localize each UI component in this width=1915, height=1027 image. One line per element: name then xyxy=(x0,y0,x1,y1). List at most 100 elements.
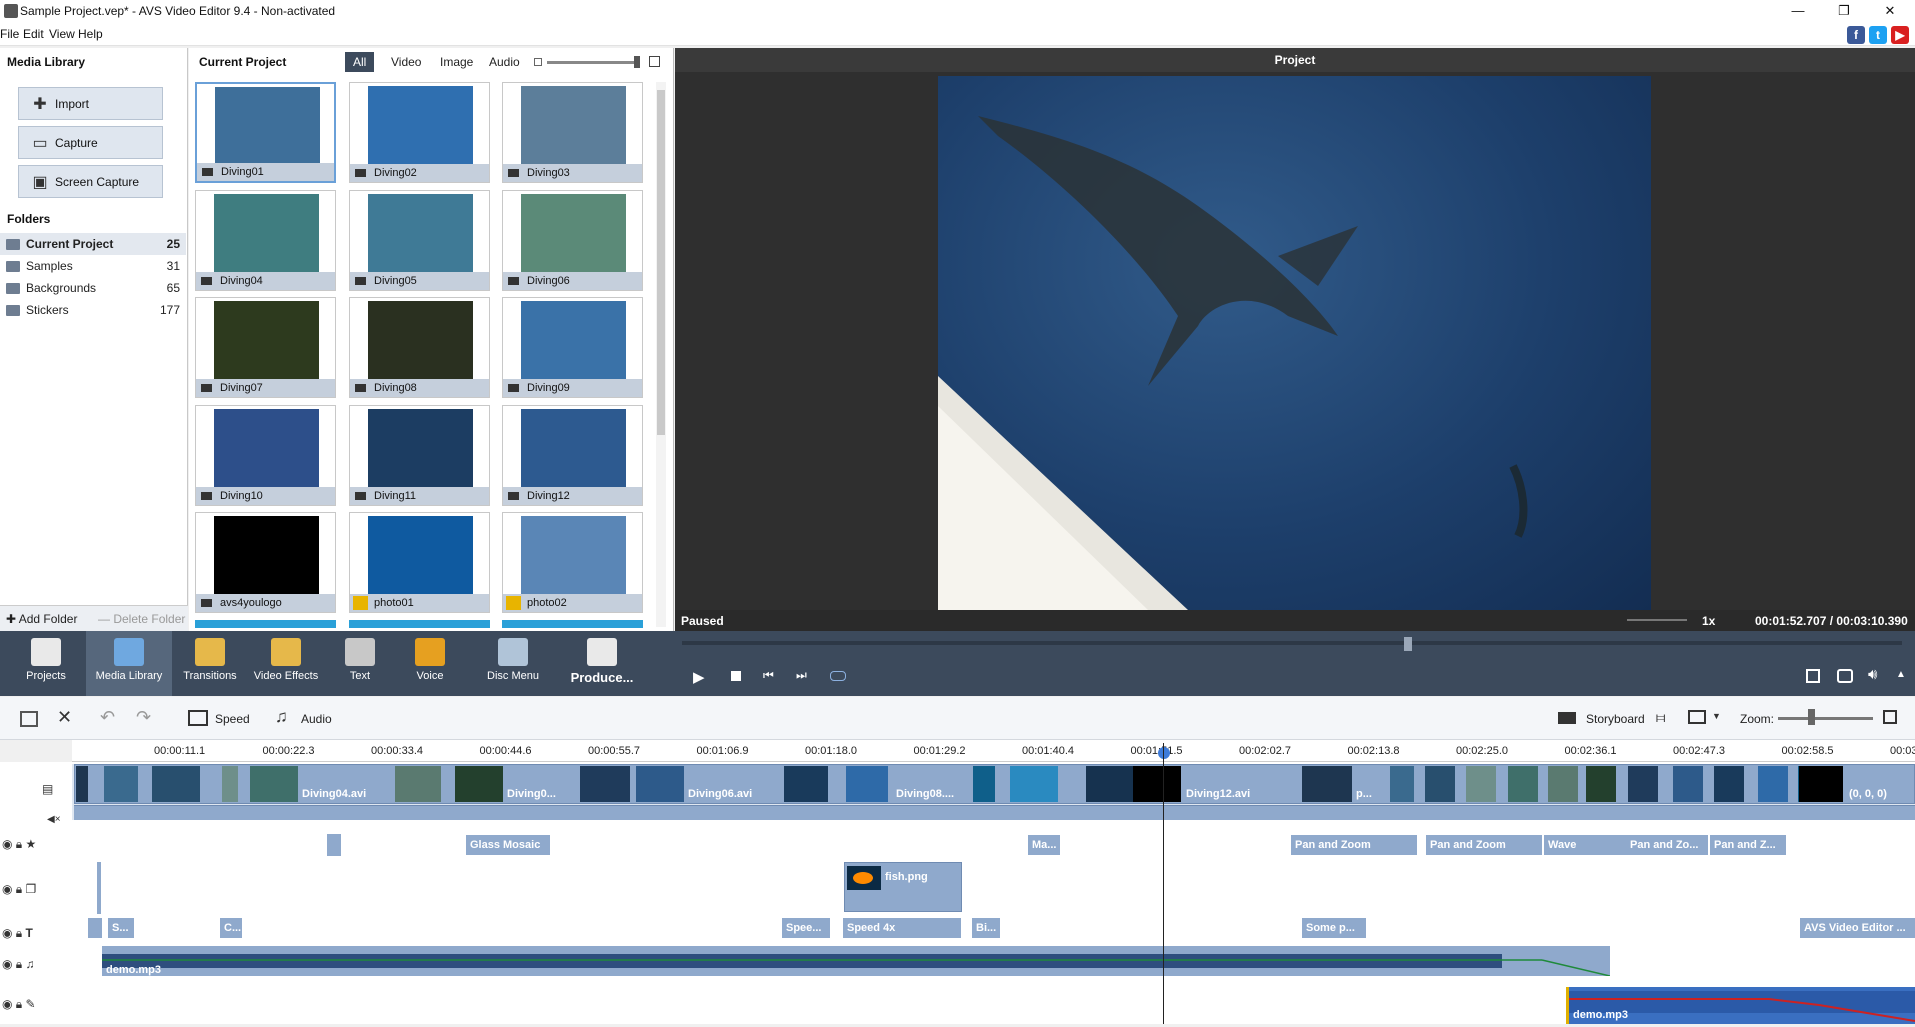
video-effect-clip[interactable]: Pan and Zoom xyxy=(1291,835,1417,855)
filter-all-tab[interactable]: All xyxy=(345,52,375,72)
display-settings-icon[interactable] xyxy=(1688,710,1706,724)
fullscreen-icon[interactable] xyxy=(1806,669,1820,683)
previous-frame-icon[interactable]: ⏮ xyxy=(763,668,774,683)
text-clip[interactable]: Bi... xyxy=(972,918,1000,938)
play-icon[interactable]: ▶ xyxy=(693,668,705,686)
delete-folder-button[interactable]: — Delete Folder xyxy=(98,612,185,626)
filter-image-tab[interactable]: Image xyxy=(432,52,481,72)
zoom-slider-handle[interactable] xyxy=(1808,709,1815,725)
effect-marker[interactable] xyxy=(327,834,341,856)
zoom-slider[interactable] xyxy=(1778,717,1873,720)
media-item[interactable]: Diving10 xyxy=(195,405,336,506)
undo-icon[interactable]: ↶ xyxy=(100,707,115,728)
fit-to-window-icon[interactable] xyxy=(1883,710,1897,724)
delete-icon[interactable]: ✕ xyxy=(57,707,72,728)
youtube-icon[interactable]: ▶ xyxy=(1891,26,1909,44)
toolbar-disc-menu[interactable]: Disc Menu xyxy=(473,631,553,696)
small-thumb-icon[interactable] xyxy=(534,58,542,66)
storyboard-icon[interactable] xyxy=(1558,712,1576,724)
video-preview[interactable] xyxy=(938,76,1651,610)
media-item[interactable]: avs4youlogo xyxy=(195,512,336,613)
media-item[interactable]: Diving06 xyxy=(502,190,643,291)
media-item-partial[interactable] xyxy=(349,620,490,628)
toolbar-text[interactable]: Text xyxy=(330,631,390,696)
video-audio-strip[interactable] xyxy=(74,805,1915,820)
volume-up-arrow-icon[interactable]: ▲ xyxy=(1896,669,1906,680)
speed-icon[interactable] xyxy=(188,710,208,726)
media-item[interactable]: Diving11 xyxy=(349,405,490,506)
thumbnail-size-slider[interactable] xyxy=(547,61,637,64)
text-clip[interactable]: Speed 4x xyxy=(843,918,961,938)
text-clip[interactable]: Spee... xyxy=(782,918,830,938)
capture-button[interactable]: ▭ Capture xyxy=(18,126,163,159)
storyboard-grid-icon[interactable] xyxy=(20,711,38,727)
video-effect-clip[interactable]: Pan and Z... xyxy=(1710,835,1786,855)
timeline-ruler[interactable]: 00:00:11.1 00:00:22.3 00:00:33.4 00:00:44.6… xyxy=(72,740,1915,762)
media-item[interactable]: Diving12 xyxy=(502,405,643,506)
media-item[interactable]: Diving02 xyxy=(349,82,490,183)
video-effect-clip[interactable]: Pan and Zoom xyxy=(1426,835,1542,855)
video-effect-clip[interactable]: Pan and Zo... xyxy=(1626,835,1708,855)
scrollbar-thumb[interactable] xyxy=(657,90,665,435)
slider-handle[interactable] xyxy=(634,56,640,68)
toolbar-produce[interactable]: Produce... xyxy=(562,631,642,696)
add-folder-button[interactable]: ✚ Add Folder xyxy=(6,612,77,626)
toolbar-video-effects[interactable]: Video Effects xyxy=(248,631,324,696)
restore-button[interactable]: ❐ xyxy=(1821,0,1867,22)
minimize-button[interactable]: — xyxy=(1775,0,1821,22)
large-thumb-icon[interactable] xyxy=(649,56,660,67)
storyboard-button[interactable]: Storyboard xyxy=(1586,712,1645,726)
video-effect-clip[interactable]: Ma... xyxy=(1028,835,1060,855)
speed-button[interactable]: Speed xyxy=(215,712,250,726)
menu-file[interactable]: File xyxy=(0,27,19,41)
filter-video-tab[interactable]: Video xyxy=(383,52,429,72)
media-item-partial[interactable] xyxy=(195,620,336,628)
text-clip[interactable]: S... xyxy=(108,918,134,938)
loop-icon[interactable] xyxy=(830,671,846,681)
media-item[interactable]: Diving01 xyxy=(195,82,336,183)
folder-backgrounds[interactable]: Backgrounds 65 xyxy=(0,277,186,299)
music-note-icon[interactable]: ♫ xyxy=(275,707,288,727)
folder-samples[interactable]: Samples 31 xyxy=(0,255,186,277)
chevron-down-icon[interactable]: ▼ xyxy=(1712,711,1721,721)
voice-clip[interactable]: demo.mp3 xyxy=(1566,987,1915,1024)
text-clip[interactable]: C... xyxy=(220,918,242,938)
menu-edit[interactable]: Edit xyxy=(23,27,44,41)
video-effect-clip[interactable]: Glass Mosaic xyxy=(466,835,550,855)
overlay-clip[interactable]: fish.png xyxy=(844,862,962,912)
media-item[interactable]: Diving05 xyxy=(349,190,490,291)
volume-icon[interactable]: 🔊︎ xyxy=(1868,666,1877,683)
toolbar-media-library[interactable]: Media Library xyxy=(86,631,172,696)
audio-clip[interactable]: demo.mp3 xyxy=(102,946,1611,977)
folder-current-project[interactable]: Current Project 25 xyxy=(0,233,186,255)
text-clip[interactable]: AVS Video Editor ... xyxy=(1800,918,1915,938)
menu-view[interactable]: View xyxy=(49,27,75,41)
speed-slider[interactable] xyxy=(1627,619,1687,621)
media-item[interactable]: photo01 xyxy=(349,512,490,613)
audio-button[interactable]: Audio xyxy=(301,712,332,726)
media-item-partial[interactable] xyxy=(502,620,643,628)
filter-audio-tab[interactable]: Audio xyxy=(481,52,528,72)
media-item[interactable]: Diving07 xyxy=(195,297,336,398)
import-button[interactable]: ✚ Import xyxy=(18,87,163,120)
video-effect-clip[interactable]: Wave xyxy=(1544,835,1626,855)
text-marker[interactable] xyxy=(88,918,102,938)
seek-bar[interactable] xyxy=(682,641,1902,645)
close-button[interactable]: ✕ xyxy=(1867,0,1913,22)
toolbar-transitions[interactable]: Transitions xyxy=(174,631,246,696)
screen-capture-button[interactable]: ▣ Screen Capture xyxy=(18,165,163,198)
menu-help[interactable]: Help xyxy=(78,27,103,41)
media-item[interactable]: photo02 xyxy=(502,512,643,613)
redo-icon[interactable]: ↷ xyxy=(136,707,151,728)
audio-mixer-icon[interactable]: ⧦ xyxy=(1656,709,1665,726)
seek-handle[interactable] xyxy=(1404,637,1412,651)
media-item[interactable]: Diving04 xyxy=(195,190,336,291)
stop-icon[interactable] xyxy=(731,671,741,681)
toolbar-voice[interactable]: Voice xyxy=(398,631,462,696)
twitter-icon[interactable]: t xyxy=(1869,26,1887,44)
facebook-icon[interactable]: f xyxy=(1847,26,1865,44)
folder-stickers[interactable]: Stickers 177 xyxy=(0,299,186,321)
overlay-marker[interactable] xyxy=(97,862,101,914)
snapshot-icon[interactable] xyxy=(1837,669,1853,683)
media-item[interactable]: Diving03 xyxy=(502,82,643,183)
